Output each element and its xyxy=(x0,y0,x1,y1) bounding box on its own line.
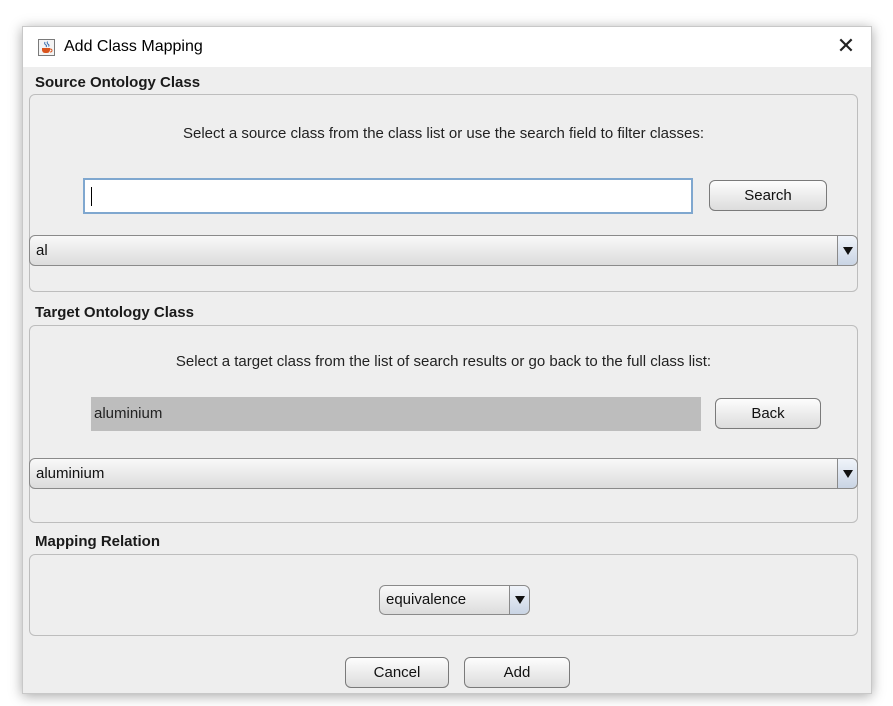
back-button[interactable]: Back xyxy=(715,398,821,429)
source-instruction: Select a source class from the class lis… xyxy=(182,125,705,142)
dialog-title: Add Class Mapping xyxy=(64,38,203,55)
chevron-down-icon[interactable] xyxy=(837,459,857,488)
search-button[interactable]: Search xyxy=(709,180,827,211)
chevron-down-icon[interactable] xyxy=(837,236,857,265)
close-button[interactable]: ✕ xyxy=(833,33,859,59)
text-caret xyxy=(91,187,92,206)
target-search-result-field: aluminium xyxy=(91,397,701,431)
target-section-title: Target Ontology Class xyxy=(35,304,194,321)
relation-section-title: Mapping Relation xyxy=(35,533,160,550)
cancel-button[interactable]: Cancel xyxy=(345,657,449,688)
add-button[interactable]: Add xyxy=(464,657,570,688)
title-bar: Add Class Mapping ✕ xyxy=(23,27,871,67)
target-class-combo-value: aluminium xyxy=(36,465,105,482)
target-instruction: Select a target class from the list of s… xyxy=(175,353,712,370)
source-section-title: Source Ontology Class xyxy=(35,74,201,91)
source-search-input[interactable] xyxy=(83,178,693,214)
mapping-relation-value: equivalence xyxy=(386,591,467,608)
target-class-combo[interactable]: aluminium xyxy=(29,458,858,489)
java-coffee-cup-icon xyxy=(38,39,55,56)
source-class-combo[interactable]: al xyxy=(29,235,858,266)
source-class-combo-value: al xyxy=(36,242,48,259)
chevron-down-icon[interactable] xyxy=(509,586,529,614)
add-class-mapping-dialog: Add Class Mapping ✕ Source Ontology Clas… xyxy=(22,26,872,694)
mapping-relation-combo[interactable]: equivalence xyxy=(379,585,530,615)
